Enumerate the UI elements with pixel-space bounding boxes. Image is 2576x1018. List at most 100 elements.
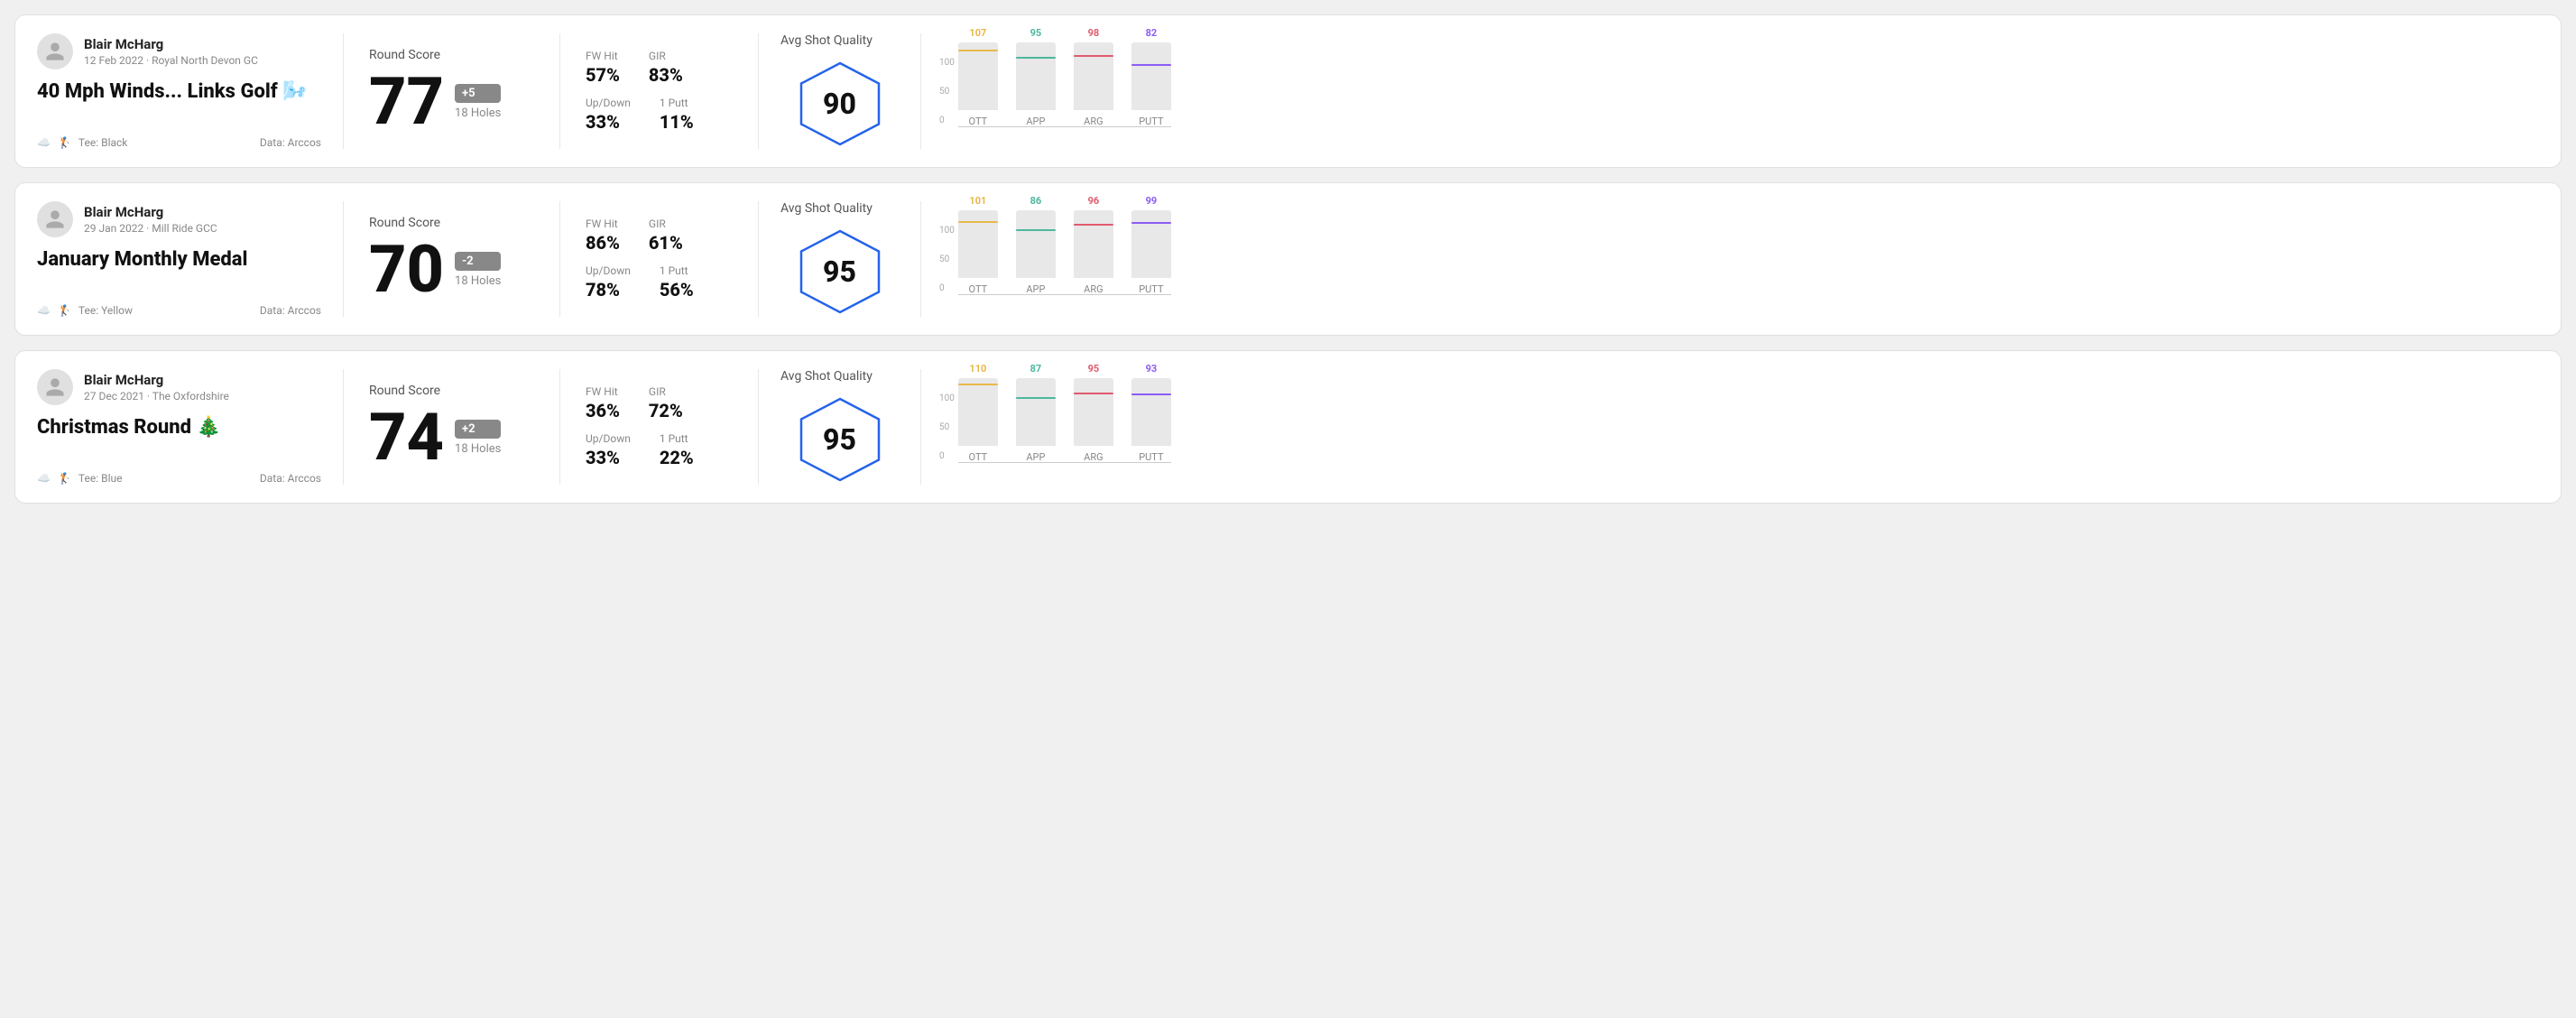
quality-section: Avg Shot Quality 90 [759,33,921,149]
y-axis: 100 50 0 [939,226,955,293]
user-date: 29 Jan 2022 · Mill Ride GCC [84,222,217,235]
score-diff-badge: +2 [455,420,501,439]
bar-label-app: APP [1026,283,1045,295]
round-card-1: Blair McHarg 12 Feb 2022 · Royal North D… [14,14,2562,168]
holes-text: 18 Holes [455,274,501,288]
quality-section: Avg Shot Quality 95 [759,369,921,485]
quality-label: Avg Shot Quality [780,369,873,384]
bar-value-app: 86 [1030,195,1042,207]
stats-row-top: FW Hit 36% GIR 72% [586,385,733,421]
gir-stat: GIR 83% [649,50,683,86]
bar-value-ott: 107 [969,27,986,39]
round-title: Christmas Round 🎄 [37,416,321,440]
bar-value-putt: 82 [1146,27,1158,39]
one-putt-stat: 1 Putt 22% [660,432,694,468]
bar-chart: 110 OTT 87 APP 95 [958,373,1171,481]
user-icon [44,376,66,398]
score-number: 70 [369,237,444,302]
bar-value-arg: 98 [1088,27,1100,39]
bar-group-putt: 82 PUTT [1131,27,1171,127]
left-section: Blair McHarg 29 Jan 2022 · Mill Ride GCC… [37,201,344,317]
axis-0: 0 [939,451,955,461]
one-putt-label: 1 Putt [660,432,694,445]
round-card-2: Blair McHarg 29 Jan 2022 · Mill Ride GCC… [14,182,2562,336]
y-axis: 100 50 0 [939,393,955,461]
bar-group-arg: 98 ARG [1074,27,1113,127]
up-down-stat: Up/Down 33% [586,97,631,133]
quality-label: Avg Shot Quality [780,201,873,216]
score-section: Round Score 74 +2 18 Holes [344,369,560,485]
axis-50: 50 [939,87,955,97]
user-name: Blair McHarg [84,372,229,388]
up-down-stat: Up/Down 33% [586,432,631,468]
hex-score: 95 [823,422,856,457]
user-info: Blair McHarg 27 Dec 2021 · The Oxfordshi… [37,369,321,405]
gir-value: 72% [649,400,683,421]
bar-value-ott: 101 [969,195,986,207]
bar-value-putt: 99 [1146,195,1158,207]
hex-score: 95 [823,255,856,289]
stats-row-top: FW Hit 57% GIR 83% [586,50,733,86]
hexagon-container: 90 [795,59,885,149]
round-title: January Monthly Medal [37,248,321,272]
fw-hit-label: FW Hit [586,217,620,230]
bar-label-arg: ARG [1084,116,1103,127]
stats-row-bottom: Up/Down 78% 1 Putt 56% [586,264,733,301]
bar-chart: 101 OTT 86 APP 96 [958,205,1171,313]
stats-section: FW Hit 86% GIR 61% Up/Down 78% 1 Putt 56… [560,201,759,317]
score-badge-col: -2 18 Holes [455,252,501,288]
bar-group-app: 86 APP [1016,195,1056,295]
bottom-info: ☁️ 🏌️ Tee: Yellow Data: Arccos [37,304,321,317]
bar-label-ott: OTT [969,116,988,127]
left-section: Blair McHarg 27 Dec 2021 · The Oxfordshi… [37,369,344,485]
bar-label-putt: PUTT [1139,283,1163,295]
axis-0: 0 [939,283,955,293]
bottom-info: ☁️ 🏌️ Tee: Black Data: Arccos [37,136,321,149]
bar-value-ott: 110 [969,363,986,375]
hexagon-container: 95 [795,227,885,317]
score-section: Round Score 77 +5 18 Holes [344,33,560,149]
bar-value-app: 87 [1030,363,1042,375]
user-name: Blair McHarg [84,204,217,220]
bag-icon: 🏌️ [58,304,71,317]
round-score-label: Round Score [369,48,534,62]
gir-label: GIR [649,217,683,230]
stats-row-bottom: Up/Down 33% 1 Putt 11% [586,97,733,133]
round-score-label: Round Score [369,216,534,230]
user-date: 27 Dec 2021 · The Oxfordshire [84,390,229,403]
quality-section: Avg Shot Quality 95 [759,201,921,317]
axis-50: 50 [939,255,955,264]
y-axis: 100 50 0 [939,58,955,125]
axis-100: 100 [939,58,955,68]
data-source: Data: Arccos [260,136,321,149]
bar-label-putt: PUTT [1139,116,1163,127]
round-score-label: Round Score [369,384,534,398]
fw-hit-stat: FW Hit 86% [586,217,620,254]
bottom-info: ☁️ 🏌️ Tee: Blue Data: Arccos [37,472,321,485]
avatar [37,33,73,69]
tee-info: ☁️ 🏌️ Tee: Black [37,136,127,149]
score-badge-col: +5 18 Holes [455,84,501,120]
up-down-label: Up/Down [586,97,631,109]
score-diff-badge: -2 [455,252,501,271]
score-section: Round Score 70 -2 18 Holes [344,201,560,317]
chart-section: 100 50 0 107 OTT 95 APP [921,33,2539,149]
hexagon-container: 95 [795,394,885,485]
bar-label-ott: OTT [969,451,988,463]
tee-label: Tee: Yellow [78,304,133,317]
one-putt-value: 11% [660,111,694,133]
bar-label-putt: PUTT [1139,451,1163,463]
bar-value-putt: 93 [1146,363,1158,375]
bar-label-app: APP [1026,451,1045,463]
bag-icon: 🏌️ [58,472,71,485]
bar-label-ott: OTT [969,283,988,295]
up-down-value: 33% [586,111,631,133]
bar-group-app: 87 APP [1016,363,1056,463]
quality-label: Avg Shot Quality [780,33,873,48]
user-info: Blair McHarg 29 Jan 2022 · Mill Ride GCC [37,201,321,237]
data-source: Data: Arccos [260,304,321,317]
chart-section: 100 50 0 101 OTT 86 APP [921,201,2539,317]
bar-group-app: 95 APP [1016,27,1056,127]
gir-label: GIR [649,50,683,62]
bar-chart: 107 OTT 95 APP 98 [958,37,1171,145]
